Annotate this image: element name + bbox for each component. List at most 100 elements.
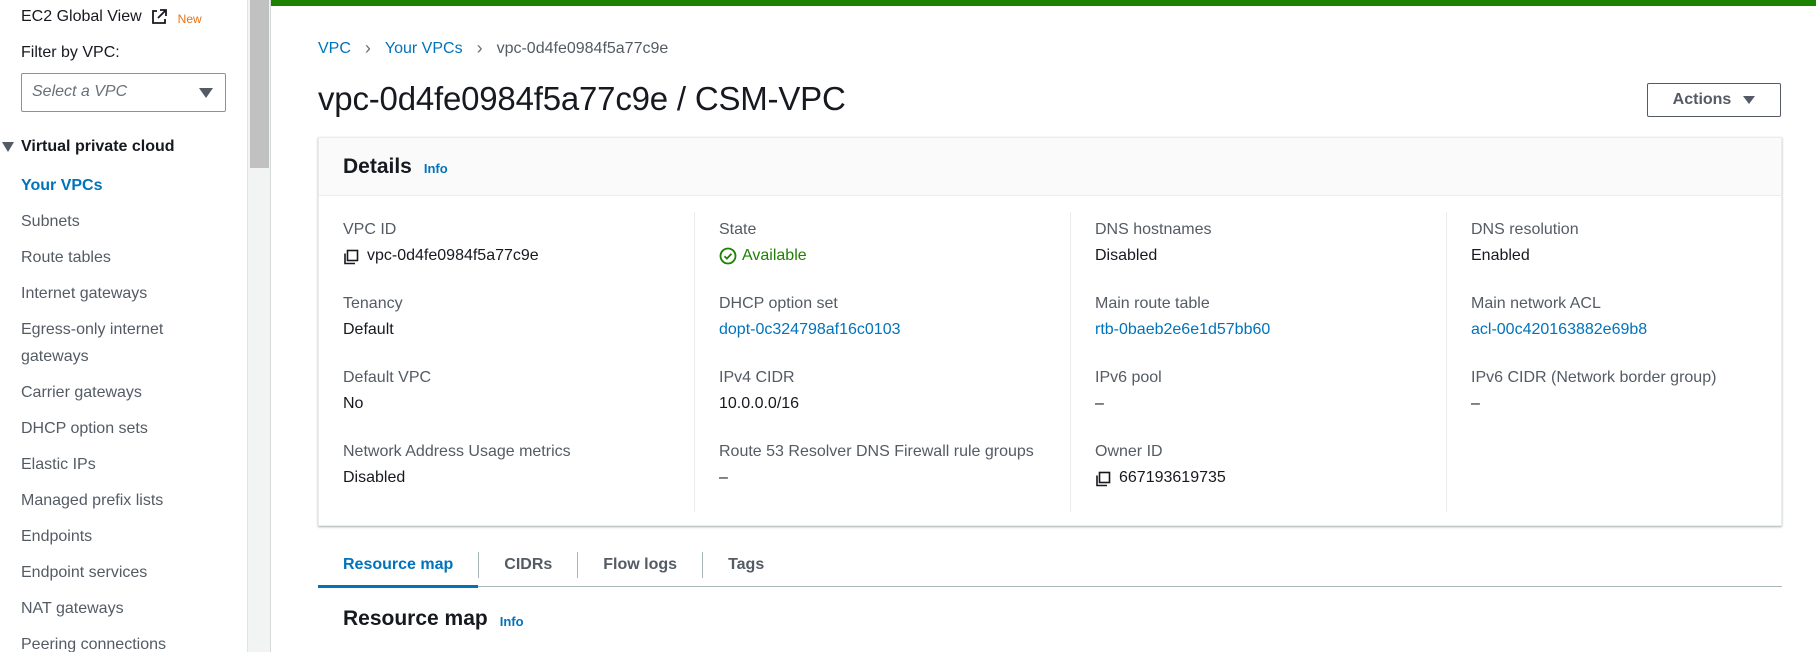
- vpc-id-value: vpc-0d4fe0984f5a77c9e: [367, 247, 539, 264]
- field-ipv4-cidr: IPv4 CIDR 10.0.0.0/16: [719, 365, 799, 417]
- breadcrumb: VPC › Your VPCs › vpc-0d4fe0984f5a77c9e: [318, 38, 668, 59]
- column-divider: [694, 212, 695, 512]
- sidebar-scrollbar[interactable]: [247, 0, 270, 652]
- sidebar-item-dhcp-option-sets[interactable]: DHCP option sets: [21, 415, 221, 442]
- tab-bar: Resource map CIDRs Flow logs Tags: [318, 543, 1782, 588]
- column-divider: [1070, 212, 1071, 512]
- sidebar-nav: Your VPCs Subnets Route tables Internet …: [21, 172, 221, 652]
- caret-down-icon: [199, 88, 213, 98]
- field-label: Route 53 Resolver DNS Firewall rule grou…: [719, 443, 1034, 460]
- field-label: IPv6 CIDR (Network border group): [1471, 369, 1717, 386]
- state-value: Available: [742, 247, 807, 264]
- actions-button[interactable]: Actions: [1647, 83, 1781, 117]
- tab-tags[interactable]: Tags: [703, 543, 789, 587]
- sidebar-item-subnets[interactable]: Subnets: [21, 208, 221, 235]
- chevron-right-icon: ›: [364, 38, 371, 58]
- external-link-icon: [150, 8, 168, 26]
- chevron-right-icon: ›: [476, 38, 483, 58]
- sidebar: EC2 Global View New Filter by VPC: Selec…: [0, 0, 247, 652]
- field-state: State Available: [719, 217, 807, 269]
- field-ipv6-cidr: IPv6 CIDR (Network border group) –: [1471, 365, 1716, 417]
- ec2-global-view-link[interactable]: EC2 Global View New: [21, 8, 202, 26]
- field-network-address-usage-metrics: Network Address Usage metrics Disabled: [343, 439, 571, 491]
- field-value: vpc-0d4fe0984f5a77c9e: [343, 243, 539, 269]
- field-value: –: [1471, 395, 1480, 412]
- field-label: Main network ACL: [1471, 295, 1601, 312]
- field-default-vpc: Default VPC No: [343, 365, 431, 417]
- sidebar-item-carrier-gateways[interactable]: Carrier gateways: [21, 379, 221, 406]
- sidebar-item-egress-only-internet-gateways[interactable]: Egress-only internet gateways: [21, 316, 221, 370]
- sidebar-item-endpoints[interactable]: Endpoints: [21, 523, 221, 550]
- breadcrumb-your-vpcs[interactable]: Your VPCs: [385, 40, 463, 58]
- tab-resource-map[interactable]: Resource map: [318, 543, 479, 588]
- field-main-route-table: Main route table rtb-0baeb2e6e1d57bb60: [1095, 291, 1270, 343]
- sidebar-item-internet-gateways[interactable]: Internet gateways: [21, 280, 221, 307]
- tab-cidrs[interactable]: CIDRs: [479, 543, 577, 587]
- field-label: Main route table: [1095, 295, 1210, 312]
- field-value: 10.0.0.0/16: [719, 395, 800, 412]
- field-label: DNS hostnames: [1095, 221, 1212, 238]
- resource-map-title: Resource map: [343, 607, 488, 630]
- sidebar-item-elastic-ips[interactable]: Elastic IPs: [21, 451, 221, 478]
- sidebar-scrollbar-thumb[interactable]: [250, 0, 269, 168]
- resource-map-info-link[interactable]: Info: [500, 614, 524, 629]
- owner-id-value: 667193619735: [1119, 469, 1226, 486]
- sidebar-item-nat-gateways[interactable]: NAT gateways: [21, 595, 221, 622]
- details-header: Details Info: [319, 138, 1781, 196]
- field-vpc-id: VPC ID vpc-0d4fe0984f5a77c9e: [343, 217, 539, 269]
- breadcrumb-vpc[interactable]: VPC: [318, 40, 351, 58]
- check-circle-icon: [719, 247, 737, 265]
- main-network-acl-link[interactable]: acl-00c420163882e69b8: [1471, 317, 1647, 343]
- field-value: Disabled: [343, 469, 406, 486]
- main-route-table-link[interactable]: rtb-0baeb2e6e1d57bb60: [1095, 317, 1270, 343]
- field-label: DHCP option set: [719, 295, 838, 312]
- new-badge: New: [177, 11, 202, 26]
- field-tenancy: Tenancy Default: [343, 291, 403, 343]
- sidebar-item-managed-prefix-lists[interactable]: Managed prefix lists: [21, 487, 221, 514]
- details-info-link[interactable]: Info: [424, 161, 448, 176]
- vpc-filter-select[interactable]: Select a VPC: [21, 73, 226, 112]
- details-title: Details: [343, 154, 412, 178]
- field-label: IPv4 CIDR: [719, 369, 795, 386]
- field-label: IPv6 pool: [1095, 369, 1162, 386]
- column-divider: [1446, 212, 1447, 512]
- sidebar-item-peering-connections[interactable]: Peering connections: [21, 631, 221, 652]
- vpc-filter-placeholder: Select a VPC: [32, 83, 128, 100]
- field-label: Network Address Usage metrics: [343, 443, 571, 460]
- copy-icon[interactable]: [1095, 470, 1111, 487]
- tab-flow-logs[interactable]: Flow logs: [578, 543, 702, 587]
- actions-label: Actions: [1672, 91, 1732, 108]
- field-value: Enabled: [1471, 247, 1530, 264]
- field-label: DNS resolution: [1471, 221, 1579, 238]
- field-value: –: [1095, 395, 1104, 412]
- field-dns-resolution: DNS resolution Enabled: [1471, 217, 1579, 269]
- field-value: Default: [343, 321, 394, 338]
- field-value: No: [343, 395, 364, 412]
- field-route53-resolver-firewall: Route 53 Resolver DNS Firewall rule grou…: [719, 439, 1039, 491]
- dhcp-option-set-link[interactable]: dopt-0c324798af16c0103: [719, 317, 901, 343]
- field-label: VPC ID: [343, 221, 397, 238]
- section-virtual-private-cloud[interactable]: Virtual private cloud: [2, 138, 175, 156]
- field-value: 667193619735: [1095, 465, 1226, 491]
- filter-by-vpc-label: Filter by VPC:: [21, 44, 120, 61]
- field-dns-hostnames: DNS hostnames Disabled: [1095, 217, 1212, 269]
- field-dhcp-option-set: DHCP option set dopt-0c324798af16c0103: [719, 291, 901, 343]
- breadcrumb-current: vpc-0d4fe0984f5a77c9e: [496, 39, 669, 57]
- sidebar-item-endpoint-services[interactable]: Endpoint services: [21, 559, 221, 586]
- copy-icon[interactable]: [343, 248, 359, 265]
- sidebar-item-route-tables[interactable]: Route tables: [21, 244, 221, 271]
- ec2-global-view-label: EC2 Global View: [21, 8, 142, 25]
- section-title: Virtual private cloud: [21, 138, 175, 155]
- caret-down-icon: [1743, 96, 1756, 104]
- field-label: Owner ID: [1095, 443, 1163, 460]
- field-main-network-acl: Main network ACL acl-00c420163882e69b8: [1471, 291, 1647, 343]
- field-label: State: [719, 221, 757, 238]
- details-panel: Details Info VPC ID vpc-0d4fe0984f5a77c9…: [318, 137, 1782, 526]
- field-label: Default VPC: [343, 369, 432, 386]
- field-owner-id: Owner ID 667193619735: [1095, 439, 1226, 491]
- sidebar-divider: [270, 0, 271, 652]
- page-title: vpc-0d4fe0984f5a77c9e / CSM-VPC: [318, 80, 846, 117]
- sidebar-item-your-vpcs[interactable]: Your VPCs: [21, 172, 221, 199]
- field-label: Tenancy: [343, 295, 403, 312]
- field-value: –: [719, 469, 728, 486]
